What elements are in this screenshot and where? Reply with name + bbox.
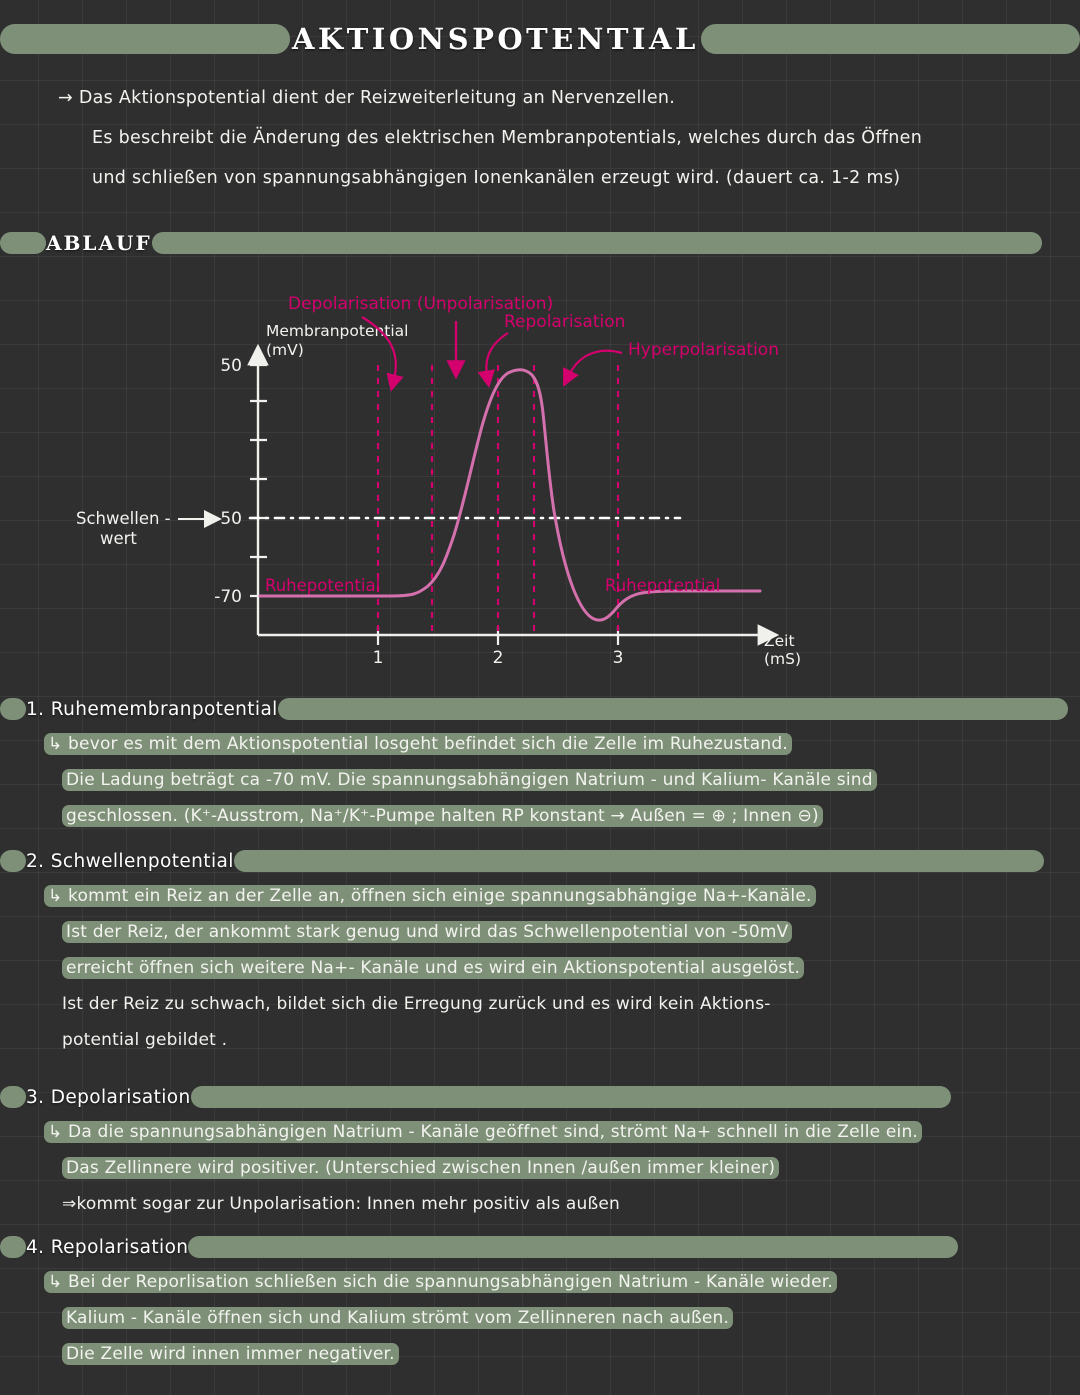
intro-line-2: Es beschreibt die Änderung des elektrisc… <box>92 128 923 148</box>
highlighted-text: Die Zelle wird innen immer negativer. <box>62 1343 399 1365</box>
section-2-line-5: potential gebildet . <box>62 1030 228 1050</box>
x-tick-label-1: 1 <box>373 648 384 668</box>
section-3-line-2: Das Zellinnere wird positiver. (Untersch… <box>44 1150 1054 1186</box>
y-axis-title-line2: (mV) <box>266 341 304 359</box>
highlighted-text: erreicht öffnen sich weitere Na+- Kanäle… <box>62 957 805 979</box>
section-2-label: 2. Schwellenpotential <box>26 850 234 872</box>
title-decoration-right <box>700 24 1080 54</box>
section-4-line-1: ↳ Bei der Reporlisation schließen sich d… <box>44 1264 1054 1300</box>
highlighted-text: ↳ Bei der Reporlisation schließen sich d… <box>44 1271 837 1293</box>
heading-tail <box>188 1236 959 1258</box>
section-4-body: ↳ Bei der Reporlisation schließen sich d… <box>44 1264 1054 1372</box>
section-1-line-1: ↳ bevor es mit dem Aktionspotential losg… <box>44 726 1054 762</box>
section-4-line-3: Die Zelle wird innen immer negativer. <box>44 1336 1054 1372</box>
intro-line-1: → Das Aktionspotential dient der Reizwei… <box>58 88 676 108</box>
section-3-label: 3. Depolarisation <box>26 1086 191 1108</box>
resting-potential-label-left: Ruhepotential <box>265 576 380 595</box>
heading-tail <box>151 232 1042 254</box>
heading-tail <box>190 1086 951 1108</box>
action-potential-chart: Membranpotential (mV) 50 -50 -70 1 2 3 Z… <box>60 283 840 673</box>
section-2-line-2: Ist der Reiz, der ankommt stark genug un… <box>44 914 1054 950</box>
chart-svg: Membranpotential (mV) 50 -50 -70 1 2 3 Z… <box>76 294 801 668</box>
annotation-depolarisation: Depolarisation (Unpolarisation) <box>288 294 553 314</box>
section-heading-4: 4. Repolarisation <box>0 1234 1080 1260</box>
section-4-line-2: Kalium - Kanäle öffnen sich und Kalium s… <box>44 1300 1054 1336</box>
heading-tail <box>277 698 1068 720</box>
annotation-hyperpolarisation: Hyperpolarisation <box>628 340 779 360</box>
resting-potential-label-right: Ruhepotential <box>605 576 720 595</box>
section-1-line-2: Die Ladung beträgt ca -70 mV. Die spannu… <box>44 762 1054 798</box>
section-heading-2: 2. Schwellenpotential <box>0 848 1080 874</box>
heading-tail <box>233 850 1044 872</box>
highlighted-text: geschlossen. (K⁺-Ausstrom, Na⁺/K⁺-Pumpe … <box>62 805 823 827</box>
section-2-body: ↳ kommt ein Reiz an der Zelle an, öffnen… <box>44 878 1054 1058</box>
highlighted-text: Das Zellinnere wird positiver. (Untersch… <box>62 1157 780 1179</box>
section-2-line-3: erreicht öffnen sich weitere Na+- Kanäle… <box>44 950 1054 986</box>
x-axis-title-line2: (mS) <box>764 650 801 668</box>
page-title: AKTIONSPOTENTIAL <box>292 22 699 56</box>
highlighted-text: ↳ Da die spannungsabhängigen Natrium - K… <box>44 1121 923 1143</box>
section-heading-1: 1. Ruhemembranpotential <box>0 696 1080 722</box>
highlighted-text: Die Ladung beträgt ca -70 mV. Die spannu… <box>62 769 877 791</box>
threshold-label-line2: wert <box>100 529 137 548</box>
section-3-body: ↳ Da die spannungsabhängigen Natrium - K… <box>44 1114 1054 1222</box>
highlighted-text: ↳ kommt ein Reiz an der Zelle an, öffnen… <box>44 885 816 907</box>
section-2-line-1: ↳ kommt ein Reiz an der Zelle an, öffnen… <box>44 878 1054 914</box>
hyperpolarisation-arrow <box>563 349 623 387</box>
title-decoration-left <box>0 24 290 54</box>
section-2-line-4: Ist der Reiz zu schwach, bildet sich die… <box>62 994 771 1014</box>
annotation-repolarisation: Repolarisation <box>504 312 625 332</box>
y-tick-label-minus70: -70 <box>214 587 242 607</box>
highlighted-text: Ist der Reiz, der ankommt stark genug un… <box>62 921 793 943</box>
y-tick-label-50: 50 <box>220 356 242 376</box>
highlighted-text: Kalium - Kanäle öffnen sich und Kalium s… <box>62 1307 734 1329</box>
x-tick-label-3: 3 <box>613 648 624 668</box>
section-3-line-1: ↳ Da die spannungsabhängigen Natrium - K… <box>44 1114 1054 1150</box>
section-3-line-3: ⇒kommt sogar zur Unpolarisation: Innen m… <box>62 1194 621 1214</box>
intro-line-3: und schließen von spannungsabhängigen Io… <box>92 168 901 188</box>
section-4-label: 4. Repolarisation <box>26 1236 189 1258</box>
x-tick-label-2: 2 <box>493 648 504 668</box>
threshold-label-line1: Schwellen - <box>76 509 171 528</box>
ablauf-label: ABLAUF <box>46 231 152 255</box>
x-axis-title-line1: Zeit <box>764 632 795 650</box>
page-title-bar: AKTIONSPOTENTIAL <box>0 18 1080 60</box>
y-tick-label-minus50: -50 <box>214 509 242 529</box>
section-1-line-3: geschlossen. (K⁺-Ausstrom, Na⁺/K⁺-Pumpe … <box>44 798 1054 834</box>
section-1-label: 1. Ruhemembranpotential <box>26 698 278 720</box>
intro-paragraph: → Das Aktionspotential dient der Reizwei… <box>58 78 1038 198</box>
highlighted-text: ↳ bevor es mit dem Aktionspotential losg… <box>44 733 792 755</box>
section-heading-ablauf: ABLAUF <box>0 230 1080 256</box>
section-1-body: ↳ bevor es mit dem Aktionspotential losg… <box>44 726 1054 834</box>
section-heading-3: 3. Depolarisation <box>0 1084 1080 1110</box>
